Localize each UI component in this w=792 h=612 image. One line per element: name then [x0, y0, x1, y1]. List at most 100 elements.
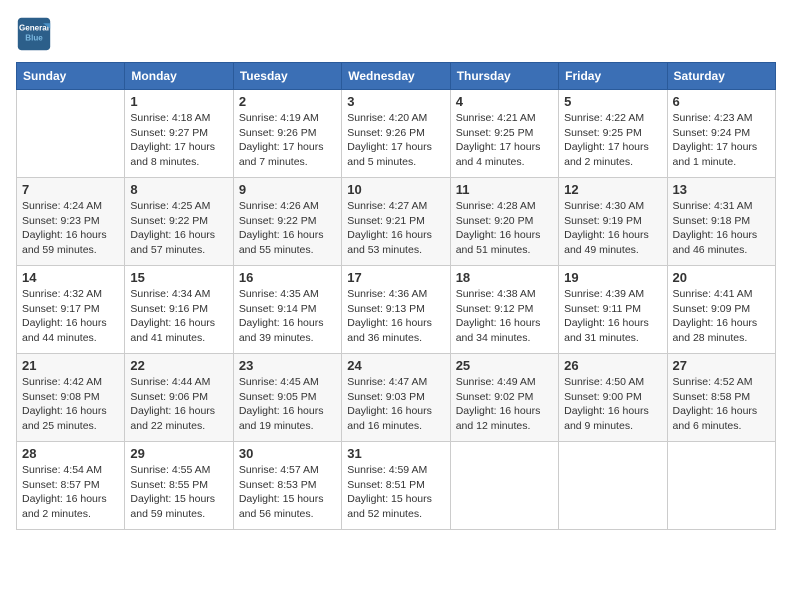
day-number: 28: [22, 446, 119, 461]
day-info: Sunrise: 4:50 AM Sunset: 9:00 PM Dayligh…: [564, 375, 661, 434]
day-info: Sunrise: 4:38 AM Sunset: 9:12 PM Dayligh…: [456, 287, 553, 346]
calendar-table: SundayMondayTuesdayWednesdayThursdayFrid…: [16, 62, 776, 530]
day-number: 5: [564, 94, 661, 109]
calendar-cell: 16Sunrise: 4:35 AM Sunset: 9:14 PM Dayli…: [233, 266, 341, 354]
calendar-cell: 18 Sunrise: 4:38 AM Sunset: 9:12 PM Dayli…: [450, 266, 558, 354]
day-number: 12: [564, 182, 661, 197]
calendar-cell: 1 Sunrise: 4:18 AM Sunset: 9:27 PM Daylig…: [125, 90, 233, 178]
day-number: 2: [239, 94, 336, 109]
day-number: 19: [564, 270, 661, 285]
day-number: 4: [456, 94, 553, 109]
calendar-cell: 14Sunrise: 4:32 AM Sunset: 9:17 PM Dayli…: [17, 266, 125, 354]
weekday-header: Monday: [125, 63, 233, 90]
day-number: 7: [22, 182, 119, 197]
weekday-header: Thursday: [450, 63, 558, 90]
calendar-cell: 13Sunrise: 4:31 AM Sunset: 9:18 PM Dayli…: [667, 178, 775, 266]
day-number: 26: [564, 358, 661, 373]
weekday-header: Wednesday: [342, 63, 450, 90]
day-number: 22: [130, 358, 227, 373]
day-info: Sunrise: 4:18 AM Sunset: 9:27 PM Dayligh…: [130, 111, 227, 170]
day-number: 15: [130, 270, 227, 285]
day-info: Sunrise: 4:39 AM Sunset: 9:11 PM Dayligh…: [564, 287, 661, 346]
calendar-week-row: 21 Sunrise: 4:42 AM Sunset: 9:08 PM Dayli…: [17, 354, 776, 442]
day-number: 8: [130, 182, 227, 197]
day-number: 18: [456, 270, 553, 285]
day-info: Sunrise: 4:25 AM Sunset: 9:22 PM Dayligh…: [130, 199, 227, 258]
day-info: Sunrise: 4:22 AM Sunset: 9:25 PM Dayligh…: [564, 111, 661, 170]
day-number: 1: [130, 94, 227, 109]
calendar-cell: 9 Sunrise: 4:26 AM Sunset: 9:22 PM Daylig…: [233, 178, 341, 266]
weekday-header: Tuesday: [233, 63, 341, 90]
calendar-week-row: 1 Sunrise: 4:18 AM Sunset: 9:27 PM Daylig…: [17, 90, 776, 178]
day-info: Sunrise: 4:24 AM Sunset: 9:23 PM Dayligh…: [22, 199, 119, 258]
calendar-cell: 31Sunrise: 4:59 AM Sunset: 8:51 PM Dayli…: [342, 442, 450, 530]
calendar-cell: 23Sunrise: 4:45 AM Sunset: 9:05 PM Dayli…: [233, 354, 341, 442]
calendar-cell: 28 Sunrise: 4:54 AM Sunset: 8:57 PM Dayli…: [17, 442, 125, 530]
day-number: 20: [673, 270, 770, 285]
weekday-header: Saturday: [667, 63, 775, 90]
calendar-cell: 4 Sunrise: 4:21 AM Sunset: 9:25 PM Daylig…: [450, 90, 558, 178]
calendar-week-row: 7 Sunrise: 4:24 AM Sunset: 9:23 PM Daylig…: [17, 178, 776, 266]
day-number: 27: [673, 358, 770, 373]
day-info: Sunrise: 4:55 AM Sunset: 8:55 PM Dayligh…: [130, 463, 227, 522]
svg-text:General: General: [19, 23, 49, 32]
day-info: Sunrise: 4:20 AM Sunset: 9:26 PM Dayligh…: [347, 111, 444, 170]
day-number: 11: [456, 182, 553, 197]
day-info: Sunrise: 4:21 AM Sunset: 9:25 PM Dayligh…: [456, 111, 553, 170]
calendar-cell: 3 Sunrise: 4:20 AM Sunset: 9:26 PM Daylig…: [342, 90, 450, 178]
calendar-cell: [450, 442, 558, 530]
calendar-cell: 30 Sunrise: 4:57 AM Sunset: 8:53 PM Dayli…: [233, 442, 341, 530]
calendar-cell: 29 Sunrise: 4:55 AM Sunset: 8:55 PM Dayli…: [125, 442, 233, 530]
weekday-header: Sunday: [17, 63, 125, 90]
calendar-cell: 15 Sunrise: 4:34 AM Sunset: 9:16 PM Dayli…: [125, 266, 233, 354]
day-info: Sunrise: 4:52 AM Sunset: 8:58 PM Dayligh…: [673, 375, 770, 434]
weekday-header-row: SundayMondayTuesdayWednesdayThursdayFrid…: [17, 63, 776, 90]
day-number: 13: [673, 182, 770, 197]
calendar-cell: 12Sunrise: 4:30 AM Sunset: 9:19 PM Dayli…: [559, 178, 667, 266]
calendar-cell: 6 Sunrise: 4:23 AM Sunset: 9:24 PM Daylig…: [667, 90, 775, 178]
day-info: Sunrise: 4:41 AM Sunset: 9:09 PM Dayligh…: [673, 287, 770, 346]
day-number: 24: [347, 358, 444, 373]
day-number: 14: [22, 270, 119, 285]
day-number: 3: [347, 94, 444, 109]
day-info: Sunrise: 4:49 AM Sunset: 9:02 PM Dayligh…: [456, 375, 553, 434]
calendar-cell: 22Sunrise: 4:44 AM Sunset: 9:06 PM Dayli…: [125, 354, 233, 442]
day-number: 23: [239, 358, 336, 373]
day-number: 10: [347, 182, 444, 197]
svg-text:Blue: Blue: [25, 33, 43, 42]
page-header: General Blue: [16, 16, 776, 52]
day-number: 17: [347, 270, 444, 285]
calendar-cell: 7 Sunrise: 4:24 AM Sunset: 9:23 PM Daylig…: [17, 178, 125, 266]
day-number: 25: [456, 358, 553, 373]
calendar-cell: [559, 442, 667, 530]
day-number: 16: [239, 270, 336, 285]
calendar-cell: [17, 90, 125, 178]
day-info: Sunrise: 4:34 AM Sunset: 9:16 PM Dayligh…: [130, 287, 227, 346]
calendar-cell: 27 Sunrise: 4:52 AM Sunset: 8:58 PM Dayli…: [667, 354, 775, 442]
calendar-cell: 26 Sunrise: 4:50 AM Sunset: 9:00 PM Dayli…: [559, 354, 667, 442]
day-info: Sunrise: 4:42 AM Sunset: 9:08 PM Dayligh…: [22, 375, 119, 434]
day-info: Sunrise: 4:19 AM Sunset: 9:26 PM Dayligh…: [239, 111, 336, 170]
calendar-cell: 8 Sunrise: 4:25 AM Sunset: 9:22 PM Daylig…: [125, 178, 233, 266]
logo-icon: General Blue: [16, 16, 52, 52]
day-number: 6: [673, 94, 770, 109]
weekday-header: Friday: [559, 63, 667, 90]
calendar-cell: 2 Sunrise: 4:19 AM Sunset: 9:26 PM Daylig…: [233, 90, 341, 178]
calendar-cell: 17 Sunrise: 4:36 AM Sunset: 9:13 PM Dayli…: [342, 266, 450, 354]
day-info: Sunrise: 4:57 AM Sunset: 8:53 PM Dayligh…: [239, 463, 336, 522]
calendar-week-row: 14Sunrise: 4:32 AM Sunset: 9:17 PM Dayli…: [17, 266, 776, 354]
calendar-cell: [667, 442, 775, 530]
calendar-cell: 10Sunrise: 4:27 AM Sunset: 9:21 PM Dayli…: [342, 178, 450, 266]
day-info: Sunrise: 4:54 AM Sunset: 8:57 PM Dayligh…: [22, 463, 119, 522]
day-number: 29: [130, 446, 227, 461]
day-number: 21: [22, 358, 119, 373]
calendar-cell: 24Sunrise: 4:47 AM Sunset: 9:03 PM Dayli…: [342, 354, 450, 442]
day-info: Sunrise: 4:28 AM Sunset: 9:20 PM Dayligh…: [456, 199, 553, 258]
day-info: Sunrise: 4:36 AM Sunset: 9:13 PM Dayligh…: [347, 287, 444, 346]
day-number: 30: [239, 446, 336, 461]
calendar-cell: 19 Sunrise: 4:39 AM Sunset: 9:11 PM Dayli…: [559, 266, 667, 354]
calendar-body: 1 Sunrise: 4:18 AM Sunset: 9:27 PM Daylig…: [17, 90, 776, 530]
day-info: Sunrise: 4:23 AM Sunset: 9:24 PM Dayligh…: [673, 111, 770, 170]
day-number: 9: [239, 182, 336, 197]
day-info: Sunrise: 4:26 AM Sunset: 9:22 PM Dayligh…: [239, 199, 336, 258]
